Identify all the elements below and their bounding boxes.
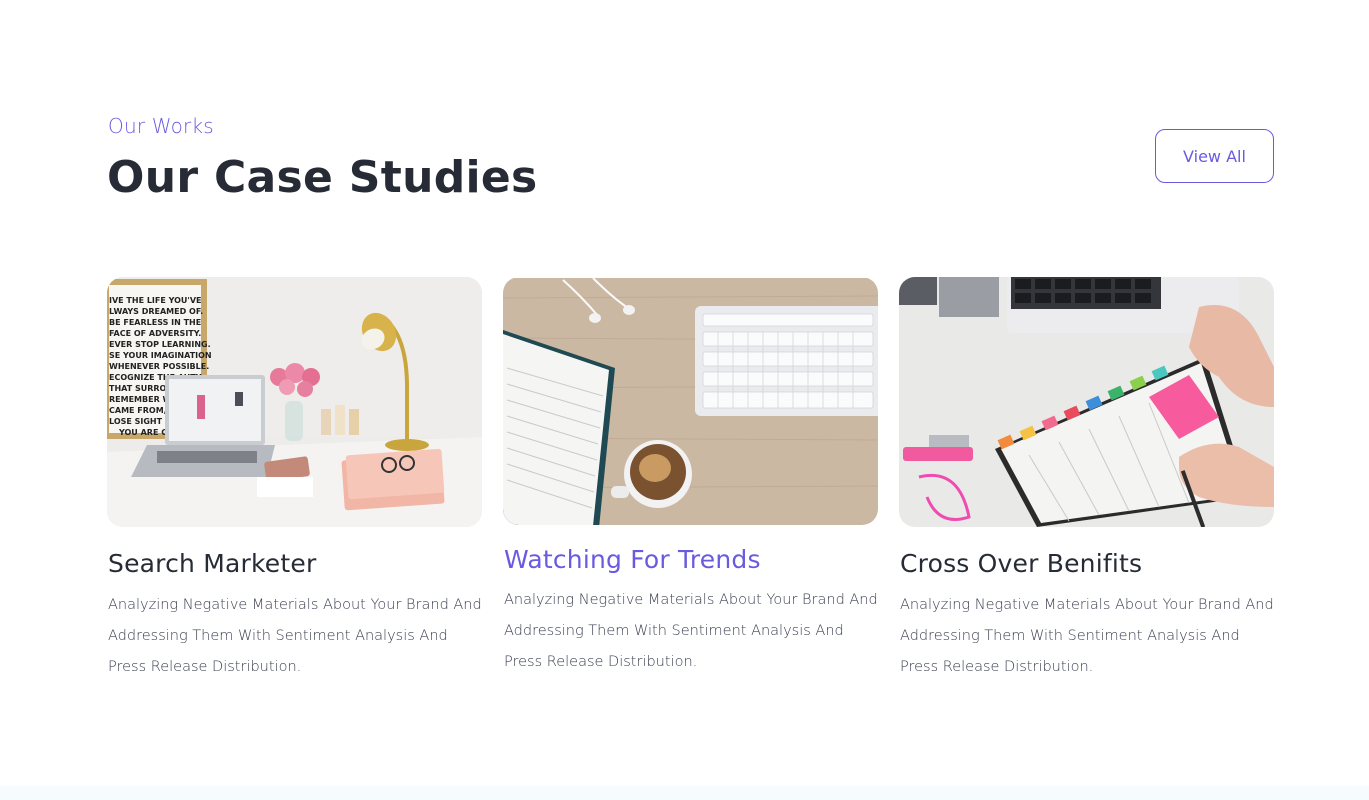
footer-strip xyxy=(0,786,1369,800)
section-eyebrow: Our Works xyxy=(108,114,214,138)
case-study-description: Analyzing Negative Materials About Your … xyxy=(504,592,878,670)
case-study-title[interactable]: Cross Over Benifits xyxy=(900,549,1274,578)
case-study-card[interactable]: Watching For Trends Analyzing Negative M… xyxy=(503,277,878,678)
svg-text:EVER STOP LEARNING.: EVER STOP LEARNING. xyxy=(109,340,211,349)
case-studies-section: Our Works Our Case Studies View All IVE … xyxy=(0,0,1369,786)
case-study-image[interactable]: IVE THE LIFE YOU'VE LWAYS DREAMED OF. BE… xyxy=(107,277,482,527)
svg-text:FACE OF ADVERSITY.: FACE OF ADVERSITY. xyxy=(109,329,201,338)
case-study-description: Analyzing Negative Materials About Your … xyxy=(108,597,482,675)
desk-laptop-lamp-flowers-photo: IVE THE LIFE YOU'VE LWAYS DREAMED OF. BE… xyxy=(107,277,482,527)
svg-text:IVE THE LIFE YOU'VE: IVE THE LIFE YOU'VE xyxy=(109,296,202,305)
svg-text:SE YOUR IMAGINATION: SE YOUR IMAGINATION xyxy=(109,351,212,360)
case-study-image[interactable] xyxy=(899,277,1274,527)
svg-text:WHENEVER POSSIBLE.: WHENEVER POSSIBLE. xyxy=(109,362,209,371)
svg-text:LWAYS DREAMED OF.: LWAYS DREAMED OF. xyxy=(109,307,203,316)
case-study-title[interactable]: Watching For Trends xyxy=(504,545,878,574)
keyboard-notebook-coffee-photo xyxy=(503,277,878,525)
svg-text:BE FEARLESS IN THE: BE FEARLESS IN THE xyxy=(109,318,201,327)
case-study-description: Analyzing Negative Materials About Your … xyxy=(900,597,1274,675)
case-study-title[interactable]: Search Marketer xyxy=(108,549,482,578)
view-all-button[interactable]: View All xyxy=(1155,129,1274,183)
case-study-card[interactable]: IVE THE LIFE YOU'VE LWAYS DREAMED OF. BE… xyxy=(107,277,482,683)
case-study-card[interactable]: Cross Over Benifits Analyzing Negative M… xyxy=(899,277,1274,683)
case-study-image[interactable] xyxy=(503,277,878,525)
section-heading: Our Case Studies xyxy=(107,152,538,203)
laptop-planner-sticky-notes-photo xyxy=(899,277,1274,527)
